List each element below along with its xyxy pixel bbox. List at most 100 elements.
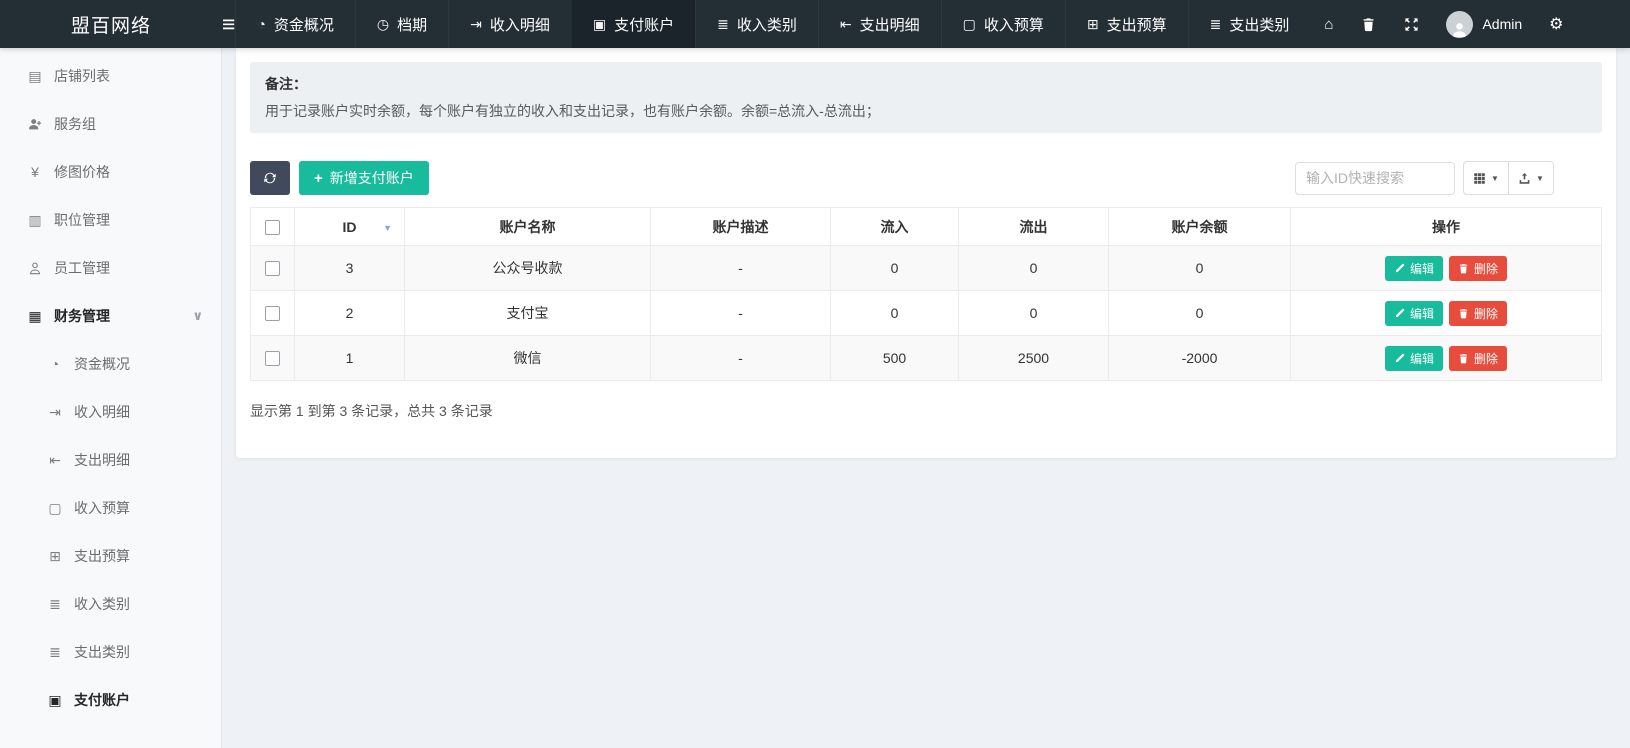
edit-button[interactable]: 编辑 [1385,301,1443,326]
toolbar-left: + 新增支付账户 [250,161,429,195]
sidebar-item[interactable]: ▢收入预算 [0,484,221,532]
plus-icon: + [314,171,323,186]
search-input[interactable] [1295,162,1455,195]
sidebar-item[interactable]: ▣支付账户 [0,676,221,724]
table-body: 3公众号收款-000编辑删除2支付宝-000编辑删除1微信-5002500-20… [251,246,1602,381]
sidebar-item[interactable]: ▥ 职位管理 [0,196,221,244]
row-checkbox[interactable] [265,351,280,366]
columns-grid-icon [1473,172,1486,185]
income-budget-icon: ▢ [963,16,976,33]
fullscreen-icon[interactable] [1390,17,1433,32]
trash-icon [1458,353,1469,364]
user-icon [25,260,45,276]
cell-account-name: 微信 [405,336,651,381]
trash-icon [1458,263,1469,274]
nav-item[interactable]: ⊞支出预算 [1065,0,1188,48]
caret-down-icon: ▼ [1491,174,1499,183]
finance-icon: ▦ [25,308,45,325]
nav-item[interactable]: ◷档期 [355,0,448,48]
main-content: 备注： 用于记录账户实时余额，每个账户有独立的收入和支出记录，也有账户余额。余额… [222,48,1630,748]
id-card-icon: ▥ [25,212,45,229]
column-header[interactable]: 流入 [831,208,959,246]
sidebar-item-label: 支出预算 [74,546,130,566]
add-account-button[interactable]: + 新增支付账户 [299,161,429,195]
navbar-right-tools: ⌂ Admin ⚙ [1310,0,1630,48]
edit-button[interactable]: 编辑 [1385,256,1443,281]
sidebar-item-label: 员工管理 [54,258,110,278]
sidebar-item-label: 收入类别 [74,594,130,614]
row-checkbox[interactable] [265,261,280,276]
sidebar-item-label: 职位管理 [54,210,110,230]
sidebar-item[interactable]: ◔资金概况 [0,340,221,388]
nav-item-label: 档期 [397,14,427,35]
settings-gear-icon[interactable]: ⚙ [1535,14,1577,34]
column-header-label: 账户余额 [1172,219,1228,235]
sidebar-item-label: 收入预算 [74,498,130,518]
table-row: 2支付宝-000编辑删除 [251,291,1602,336]
nav-item-label: 收入预算 [984,14,1044,35]
note-panel: 备注： 用于记录账户实时余额，每个账户有独立的收入和支出记录，也有账户余额。余额… [250,62,1602,133]
column-header[interactable]: 流出 [959,208,1109,246]
table-header: ID▼账户名称账户描述流入流出 账户余额 操作 [251,208,1602,246]
sidebar-item[interactable]: ⇤支出明细 [0,436,221,484]
sidebar-item-label: 修图价格 [54,162,110,182]
menu-toggle-icon[interactable]: ≡ [222,0,235,48]
row-checkbox[interactable] [265,306,280,321]
nav-item-label: 支出预算 [1107,14,1167,35]
refresh-button[interactable] [250,161,290,195]
nav-item[interactable]: ≣支出类别 [1188,0,1311,48]
content-card: 备注： 用于记录账户实时余额，每个账户有独立的收入和支出记录，也有账户余额。余额… [236,48,1616,458]
sidebar-item[interactable]: ⇥收入明细 [0,388,221,436]
brand-logo: 盟百网络 [0,0,222,48]
user-plus-icon [25,116,45,132]
cell-outflow: 2500 [959,336,1109,381]
select-all-checkbox[interactable] [265,220,280,235]
sidebar-item[interactable]: ▦财务管理∨ [0,292,221,340]
edit-button[interactable]: 编辑 [1385,346,1443,371]
export-button[interactable]: ▼ [1508,161,1554,195]
cell-id: 3 [295,246,405,291]
sidebar-item[interactable]: 服务组 [0,100,221,148]
column-header-label: ID [343,219,357,235]
column-header[interactable]: 账户余额 [1109,208,1291,246]
delete-button[interactable]: 删除 [1449,346,1507,371]
sidebar-item[interactable]: ⊞支出预算 [0,532,221,580]
nav-item[interactable]: ⇥收入明细 [448,0,571,48]
sidebar-item[interactable]: ¥修图价格 [0,148,221,196]
delete-button[interactable]: 删除 [1449,301,1507,326]
sidebar-item-label: 资金概况 [74,354,130,374]
nav-item[interactable]: ▢ 收入预算 [941,0,1065,48]
column-header[interactable]: 账户描述 [651,208,831,246]
refresh-icon [263,171,277,185]
pencil-icon [1394,308,1405,319]
cell-account-desc: - [651,336,831,381]
nav-item[interactable]: ▣支付账户 [571,0,695,48]
note-body: 用于记录账户实时余额，每个账户有独立的收入和支出记录，也有账户余额。余额=总流入… [265,101,1587,121]
edit-label: 编辑 [1410,350,1434,367]
column-header[interactable]: 账户名称 [405,208,651,246]
cell-outflow: 0 [959,291,1109,336]
sidebar-item[interactable]: 员工管理 [0,244,221,292]
delete-button[interactable]: 删除 [1449,256,1507,281]
navbar-menu: ◔资金概况◷档期⇥收入明细▣支付账户≣收入类别⇤支出明细 ▢ 收入预算 ⊞支出预算≣支… [235,0,1310,48]
sidebar-item[interactable]: ≣收入类别 [0,580,221,628]
user-menu[interactable]: Admin [1433,11,1535,38]
sidebar-item-label: 收入明细 [74,402,130,422]
column-header[interactable]: 操作 [1291,208,1602,246]
cell-operations: 编辑删除 [1291,291,1602,336]
expense-detail-icon: ⇤ [45,452,65,469]
export-icon [1518,172,1531,185]
add-account-label: 新增支付账户 [330,168,414,188]
nav-item-label: 收入类别 [737,14,797,35]
sidebar-item[interactable]: ▤店铺列表 [0,52,221,100]
nav-item[interactable]: ≣收入类别 [695,0,818,48]
columns-button[interactable]: ▼ [1463,161,1509,195]
trash-icon[interactable] [1347,17,1390,32]
nav-item[interactable]: ⇤支出明细 [818,0,941,48]
column-header[interactable]: ID▼ [295,208,405,246]
sidebar-item[interactable]: ≣支出类别 [0,628,221,676]
cell-id: 1 [295,336,405,381]
page-layout: ▤店铺列表服务组¥修图价格▥职位管理员工管理▦财务管理∨◔资金概况⇥收入明细⇤支… [0,48,1630,748]
nav-item[interactable]: ◔资金概况 [235,0,354,48]
home-icon[interactable]: ⌂ [1310,16,1347,33]
